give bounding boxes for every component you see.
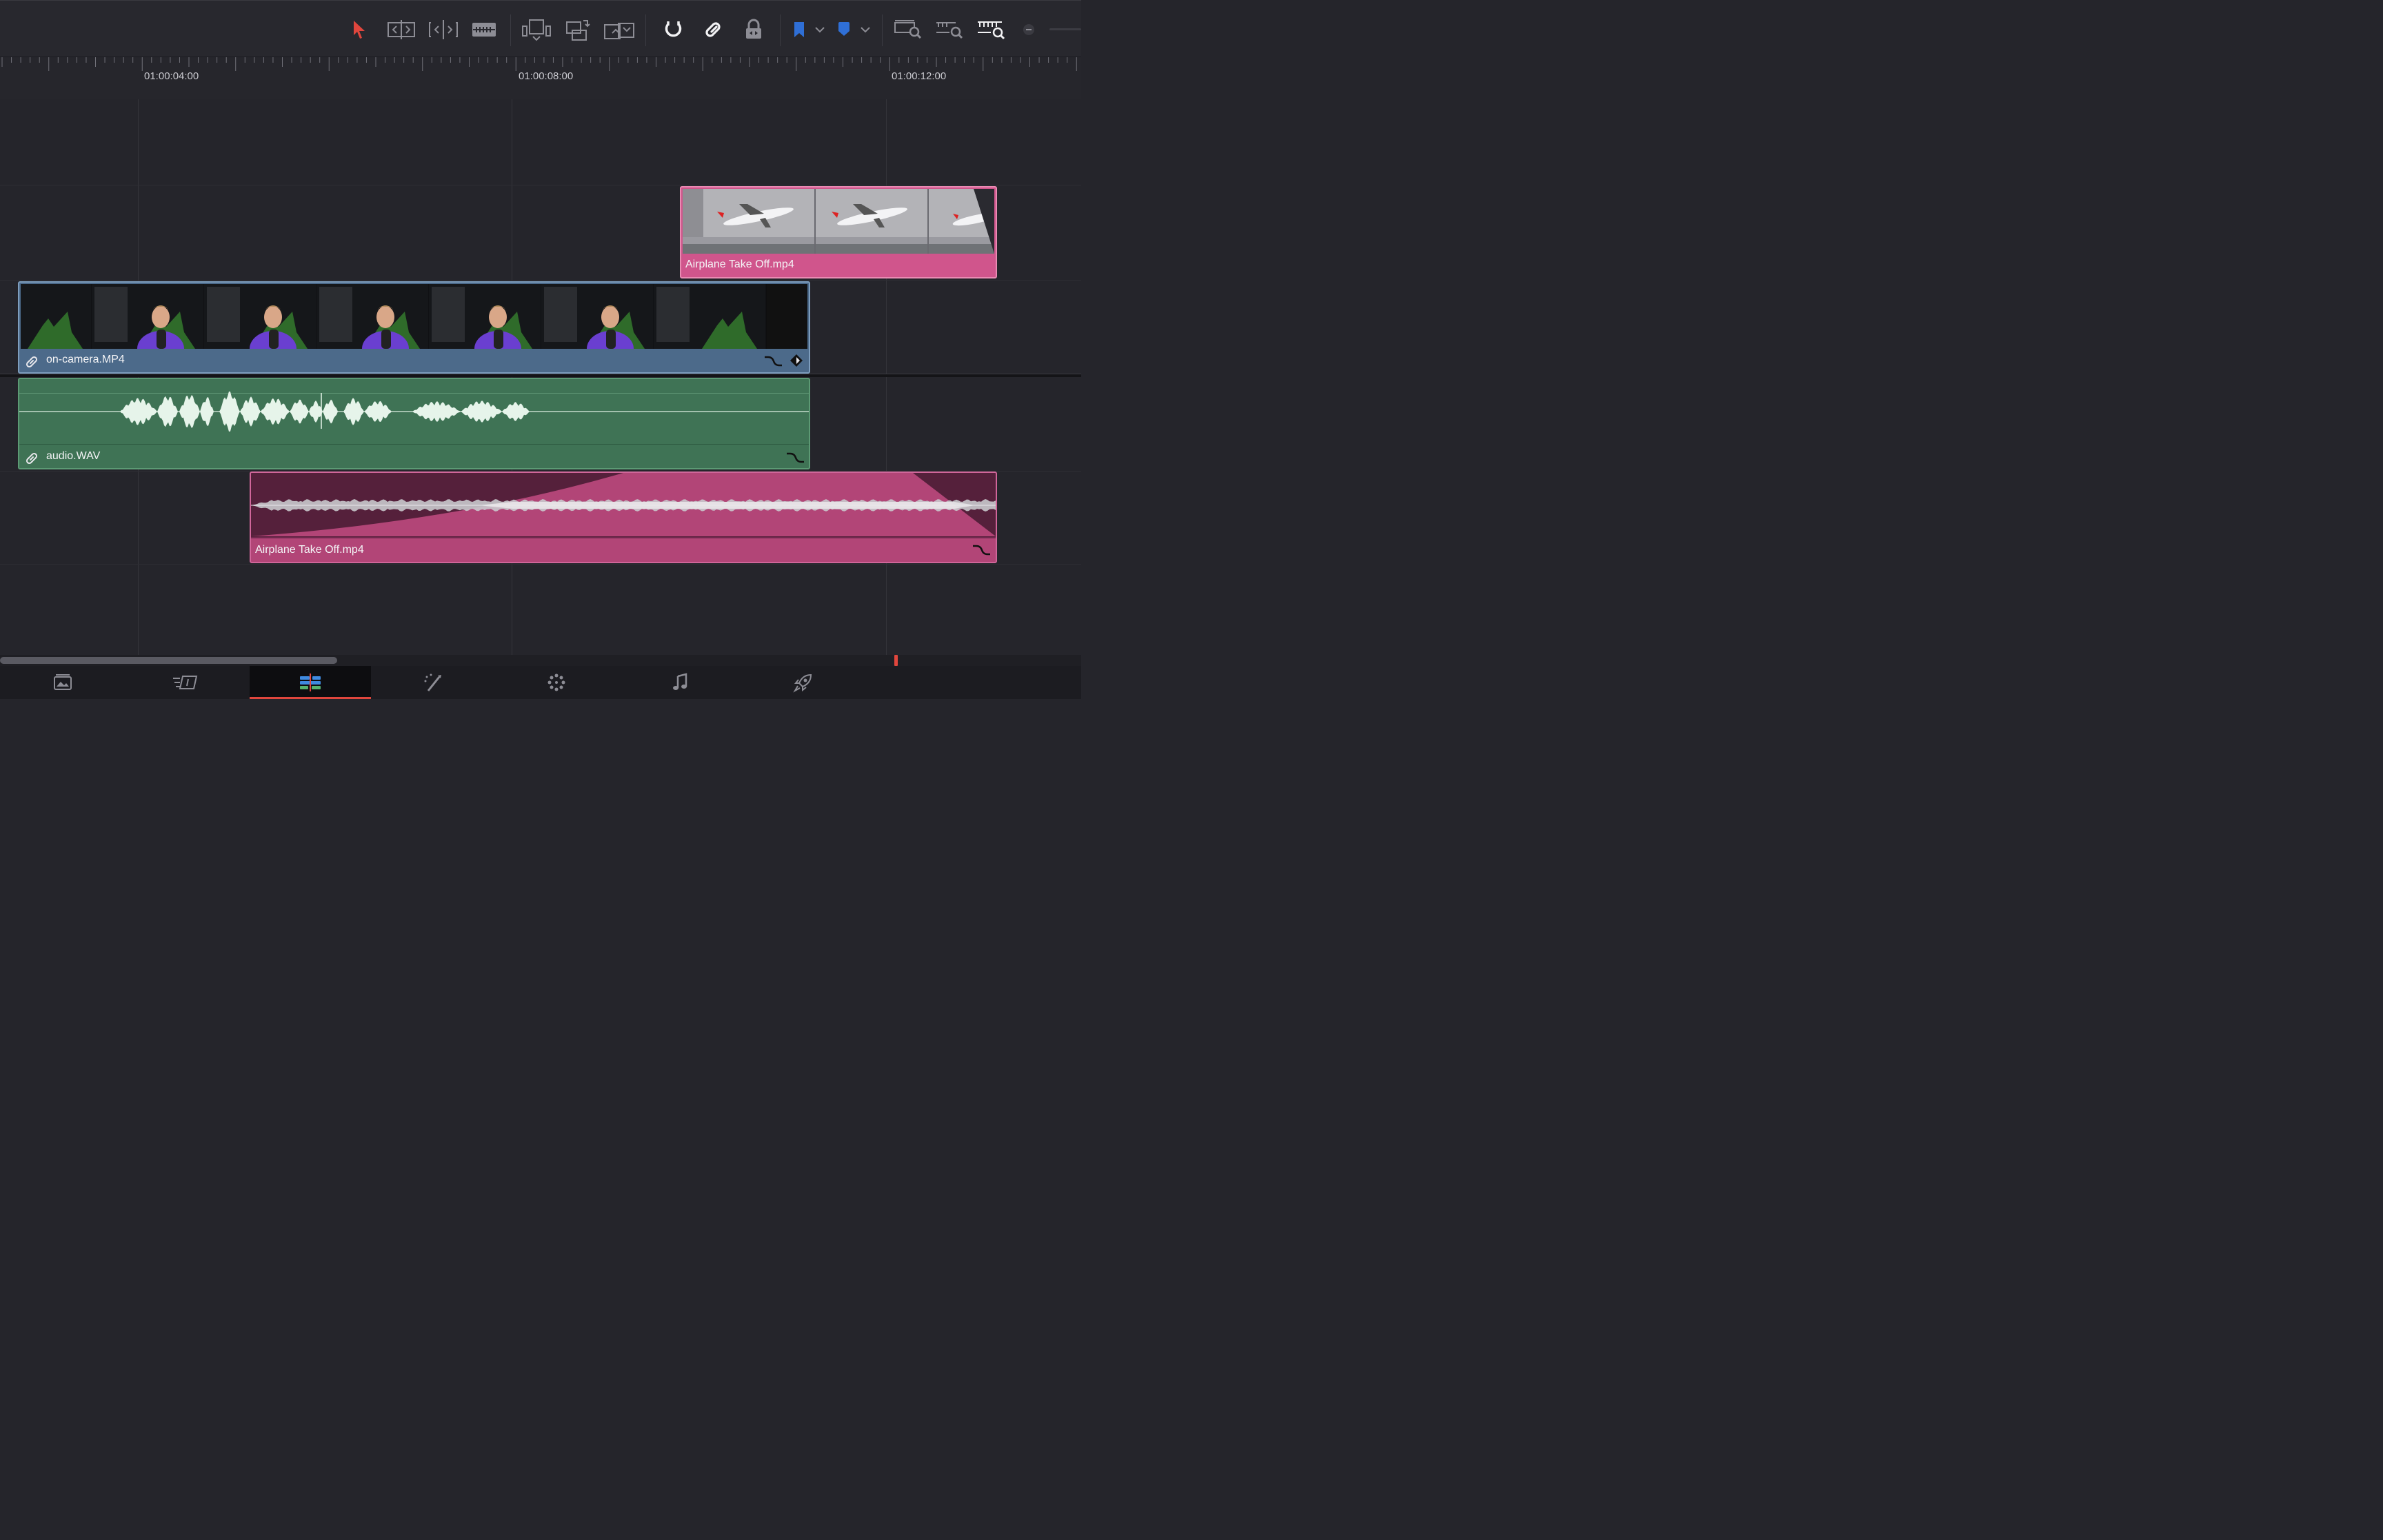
clip-thumbnails [683,189,994,254]
timeline-tracks[interactable]: Airplane Take Off.mp4 on-camera.MP4 audi… [0,99,1081,655]
clip-label: audio.WAV [46,450,101,462]
deliver-page-icon [793,673,812,693]
overwrite-clip-icon [566,20,590,41]
trim-edit-mode-icon [388,20,415,39]
replace-clip-icon [604,23,634,39]
full-extent-zoom-button[interactable] [892,16,924,43]
chevron-down-icon [815,27,825,33]
playhead-position-marker[interactable] [894,655,898,666]
toolbar-divider [882,14,883,46]
audio-clip-audio-wav[interactable]: audio.WAV [18,378,810,469]
zoom-slider[interactable] [1049,28,1081,30]
fusion-page-tab[interactable] [372,666,494,699]
timecode-label: 01:00:04:00 [144,70,199,82]
marker-button[interactable] [832,16,856,43]
timecode-ruler[interactable]: 01:00:04:00 01:00:08:00 01:00:12:00 [0,57,1081,101]
blade-edit-mode-icon [472,23,496,37]
airplane-thumbnail-strip [683,189,994,254]
blade-edit-mode-button[interactable] [468,16,500,43]
replace-clip-button[interactable] [603,16,635,43]
video-audio-separator [0,374,1081,377]
track-divider [0,280,1081,281]
snapping-button[interactable] [657,16,689,43]
audio-waveform [19,391,809,432]
snapping-icon [665,21,682,37]
cut-page-icon [173,676,198,689]
insert-clip-button[interactable] [521,16,552,43]
video-clip-airplane[interactable]: Airplane Take Off.mp4 [680,186,997,278]
clip-label: on-camera.MP4 [46,354,125,365]
timeline-toolbar [0,0,1081,57]
curve-editor-icon[interactable] [785,449,805,465]
flag-icon [794,22,804,37]
link-icon [26,356,38,368]
media-page-icon [54,674,72,690]
linked-selection-button[interactable] [697,16,729,43]
gridline [886,99,887,655]
timecode-label: 01:00:08:00 [519,70,574,82]
custom-zoom-button[interactable] [975,16,1007,43]
edit-page-tab[interactable] [250,666,371,699]
clip-label: Airplane Take Off.mp4 [255,544,364,556]
page-navigation-bar [0,666,1081,699]
edit-page-icon [300,673,321,691]
dynamic-trim-mode-button[interactable] [428,16,459,43]
toolbar-divider [645,14,646,46]
clip-thumbnails [19,284,807,367]
track-divider [0,564,1081,565]
flag-button[interactable] [787,16,811,43]
deliver-page-tab[interactable] [743,666,864,699]
custom-zoom-icon [978,21,1005,40]
gridline [138,99,139,655]
toolbar-divider [780,14,781,46]
color-page-tab[interactable] [496,666,617,699]
marker-icon [838,22,849,36]
insert-clip-icon [522,19,551,41]
selection-mode-icon [354,21,365,39]
clip-label: Airplane Take Off.mp4 [685,259,794,270]
cut-page-tab[interactable] [125,666,246,699]
detail-zoom-button[interactable] [934,16,965,43]
fusion-page-icon [424,673,441,691]
detail-zoom-icon [936,22,963,39]
position-lock-button[interactable] [738,16,770,43]
full-extent-zoom-icon [894,20,922,39]
flag-dropdown-button[interactable] [811,16,829,43]
media-page-tab[interactable] [2,666,123,699]
curve-editor-icon[interactable] [971,542,992,557]
trim-edit-mode-button[interactable] [385,16,417,43]
selection-mode-button[interactable] [343,16,375,43]
zoom-out-button[interactable] [1019,16,1038,43]
fairlight-page-tab[interactable] [619,666,741,699]
color-page-icon [547,673,565,691]
chevron-down-icon [861,27,870,33]
overwrite-clip-button[interactable] [562,16,594,43]
audio-waveform [251,499,996,511]
on-camera-thumbnail-strip [19,284,767,367]
scrollbar-thumb[interactable] [0,657,337,664]
marker-dropdown-button[interactable] [856,16,874,43]
keyframe-icon[interactable] [789,353,804,368]
position-lock-icon [746,19,761,39]
linked-selection-icon [705,22,721,37]
video-clip-on-camera[interactable]: on-camera.MP4 [18,281,810,374]
toolbar-divider [510,14,511,46]
audio-clip-airplane[interactable]: Airplane Take Off.mp4 [250,472,997,563]
link-icon [26,452,38,465]
timecode-label: 01:00:12:00 [892,70,947,82]
curve-editor-icon[interactable] [763,353,783,368]
dynamic-trim-mode-icon [429,20,458,39]
zoom-out-icon [1023,24,1034,35]
fairlight-page-icon [673,673,687,690]
